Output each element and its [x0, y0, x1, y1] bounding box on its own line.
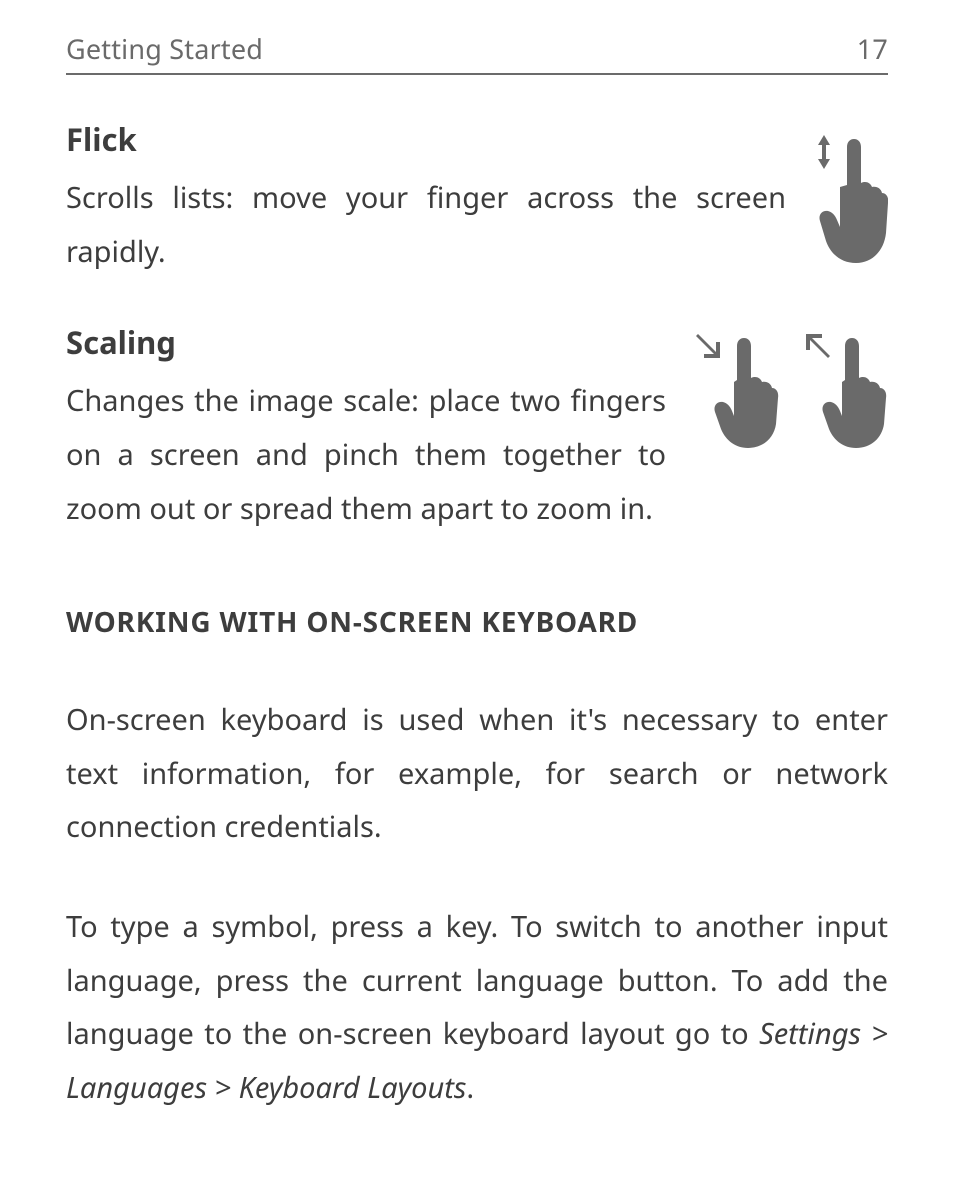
gesture-scaling-text: Scaling Changes the image scale: place t…: [66, 322, 666, 535]
gesture-flick-text: Flick Scrolls lists: move your finger ac…: [66, 119, 786, 278]
running-head-section: Getting Started: [66, 30, 263, 67]
pinch-in-hand-icon: [690, 328, 780, 448]
keyboard-paragraph-1: On-screen keyboard is used when it's nec…: [66, 693, 888, 854]
gesture-scaling: Scaling Changes the image scale: place t…: [66, 322, 888, 535]
gesture-scaling-title: Scaling: [66, 322, 666, 364]
section-heading-keyboard: WORKING WITH ON-SCREEN KEYBOARD: [66, 603, 888, 641]
gesture-scaling-graphic: [690, 322, 888, 448]
page: Getting Started 17 Flick Scrolls lists: …: [0, 0, 954, 1175]
pinch-out-hand-icon: [798, 328, 888, 448]
gesture-flick-description: Scrolls lists: move your finger across t…: [66, 171, 786, 278]
gesture-flick-title: Flick: [66, 119, 786, 161]
running-head: Getting Started 17: [66, 30, 888, 75]
keyboard-paragraph-2-tail: .: [466, 1068, 474, 1107]
flick-hand-icon: [810, 125, 888, 265]
gesture-scaling-description: Changes the image scale: place two finge…: [66, 374, 666, 535]
gesture-flick: Flick Scrolls lists: move your finger ac…: [66, 119, 888, 278]
keyboard-paragraph-2: To type a symbol, press a key. To switch…: [66, 900, 888, 1115]
page-number: 17: [857, 30, 888, 67]
gesture-flick-graphic: [810, 119, 888, 265]
